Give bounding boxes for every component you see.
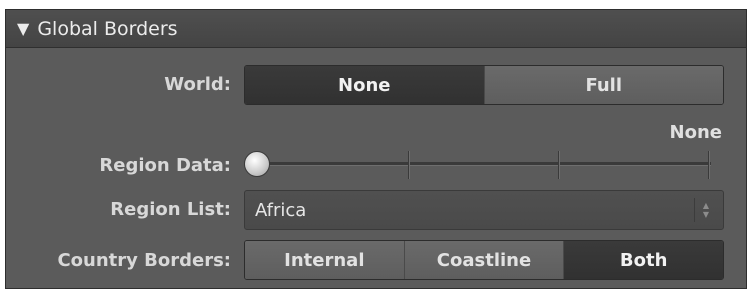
- slider-tick: [408, 151, 410, 179]
- country-borders-option-both[interactable]: Both: [564, 241, 723, 279]
- panel-title: Global Borders: [37, 17, 178, 40]
- country-borders-label: Country Borders:: [57, 250, 231, 271]
- triangle-down-icon[interactable]: ▼: [17, 19, 29, 38]
- region-data-value: None: [669, 122, 722, 143]
- global-borders-panel: ▼ Global Borders World: None Full None R…: [5, 9, 747, 289]
- panel-header[interactable]: ▼ Global Borders: [6, 10, 746, 48]
- world-option-full[interactable]: Full: [484, 66, 723, 104]
- world-label: World:: [164, 74, 231, 95]
- country-borders-option-internal[interactable]: Internal: [245, 241, 405, 279]
- slider-tick: [708, 151, 710, 179]
- region-list-label: Region List:: [110, 199, 231, 220]
- country-borders-option-coastline[interactable]: Coastline: [404, 241, 565, 279]
- region-list-select[interactable]: Africa ▲ ▼: [244, 190, 724, 230]
- slider-tick: [558, 151, 560, 179]
- region-data-slider-track[interactable]: [258, 162, 711, 166]
- chevron-up-down-icon: ▲ ▼: [694, 198, 717, 222]
- region-data-label: Region Data:: [99, 155, 231, 176]
- region-list-value: Africa: [255, 199, 307, 221]
- country-borders-segmented-control: Internal Coastline Both: [244, 240, 724, 280]
- world-option-none[interactable]: None: [245, 66, 485, 104]
- world-segmented-control: None Full: [244, 65, 724, 105]
- region-data-slider-knob[interactable]: [244, 151, 270, 177]
